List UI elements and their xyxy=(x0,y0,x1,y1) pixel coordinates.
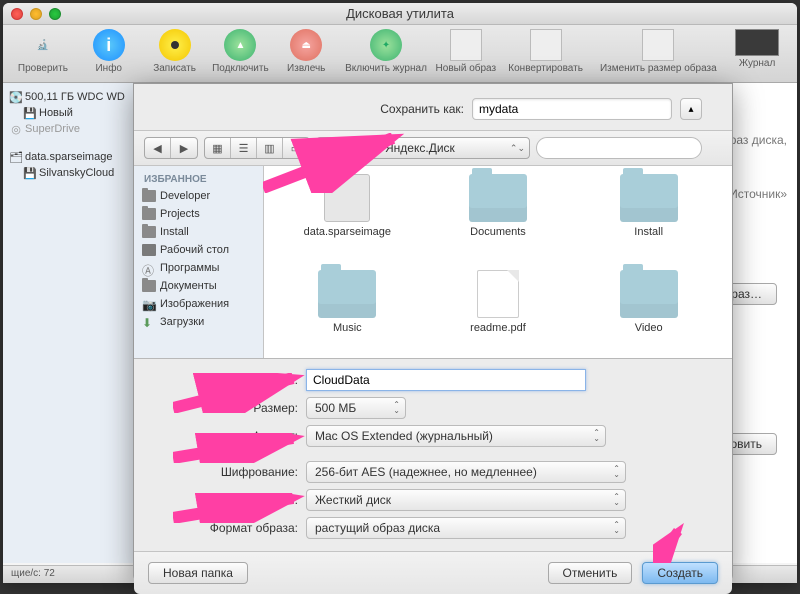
optical-icon: ◎ xyxy=(9,123,23,137)
fav-pictures[interactable]: 📷Изображения xyxy=(138,295,259,313)
toolbar-convert[interactable]: Конвертировать xyxy=(500,29,592,74)
file-item[interactable]: Video xyxy=(577,270,720,358)
file-grid: data.sparseimage Documents Install Music… xyxy=(264,166,732,358)
journal-on-icon: ✦ xyxy=(370,29,402,61)
titlebar: Дисковая утилита xyxy=(3,3,797,25)
fav-downloads[interactable]: ⬇Загрузки xyxy=(138,313,259,331)
toolbar: 🔬Проверить iИнфо Записать ▲Подключить ⏏И… xyxy=(3,25,797,83)
volume-icon: 💾 xyxy=(23,167,37,181)
new-image-icon xyxy=(450,29,482,61)
folder-icon xyxy=(318,270,376,318)
view-mode-segment[interactable]: ▦ ☰ ▥ ▭ xyxy=(204,137,310,159)
desktop-icon xyxy=(142,244,156,256)
toolbar-new-image[interactable]: Новый образ xyxy=(434,29,498,74)
favorites-sidebar: ИЗБРАННОЕ Developer Projects Install Раб… xyxy=(134,166,264,358)
apps-icon: Ⓐ xyxy=(142,262,156,274)
toolbar-enable-journal[interactable]: ✦Включить журнал xyxy=(340,29,432,74)
format-select[interactable]: Mac OS Extended (журнальный) xyxy=(306,425,606,447)
partitions-select[interactable]: Жесткий диск xyxy=(306,489,626,511)
favorites-header: ИЗБРАННОЕ xyxy=(138,172,259,187)
folder-icon xyxy=(142,226,156,238)
cancel-button[interactable]: Отменить xyxy=(548,562,633,584)
image-format-label: Формат образа: xyxy=(156,521,306,535)
save-as-label: Сохранить как: xyxy=(380,102,464,116)
eject-icon: ⏏ xyxy=(290,29,322,61)
save-sheet: Сохранить как: ▴ ◀ ▶ ▦ ☰ ▥ ▭ ⊞▾ Яндекс.Д… xyxy=(133,83,733,581)
documents-icon xyxy=(142,280,156,292)
folder-icon xyxy=(367,143,381,153)
diskimage-icon xyxy=(324,174,370,222)
search-wrap xyxy=(536,137,722,159)
fav-projects[interactable]: Projects xyxy=(138,205,259,223)
arrange-segment[interactable]: ⊞▾ xyxy=(316,137,354,159)
microscope-icon: 🔬 xyxy=(27,29,59,61)
toolbar-mount[interactable]: ▲Подключить xyxy=(208,29,272,74)
fav-desktop[interactable]: Рабочий стол xyxy=(138,241,259,259)
encryption-select[interactable]: 256-бит AES (надежнее, но медленнее) xyxy=(306,461,626,483)
list-view-icon[interactable]: ☰ xyxy=(231,138,257,158)
mount-icon: ▲ xyxy=(224,29,256,61)
size-label: Размер: xyxy=(156,401,306,415)
format-label: Формат: xyxy=(156,429,306,443)
toolbar-verify[interactable]: 🔬Проверить xyxy=(11,29,75,74)
pdf-icon xyxy=(477,270,519,318)
column-view-icon[interactable]: ▥ xyxy=(257,138,283,158)
toolbar-eject[interactable]: ⏏Извлечь xyxy=(274,29,338,74)
new-folder-button[interactable]: Новая папка xyxy=(148,562,248,584)
partitions-label: Разделы: xyxy=(156,493,306,507)
arrange-icon[interactable]: ⊞▾ xyxy=(317,138,353,158)
encryption-label: Шифрование: xyxy=(156,465,306,479)
file-item[interactable]: readme.pdf xyxy=(427,270,570,358)
fav-apps[interactable]: ⒶПрограммы xyxy=(138,259,259,277)
convert-icon xyxy=(530,29,562,61)
disk-utility-window: Дисковая утилита 🔬Проверить iИнфо Записа… xyxy=(3,3,797,583)
coverflow-view-icon[interactable]: ▭ xyxy=(283,138,309,158)
create-button[interactable]: Создать xyxy=(642,562,718,584)
info-icon: i xyxy=(93,29,125,61)
folder-icon xyxy=(620,174,678,222)
window-title: Дисковая утилита xyxy=(3,6,797,21)
toolbar-resize-image[interactable]: Изменить размер образа xyxy=(594,29,724,74)
toolbar-burn[interactable]: Записать xyxy=(143,29,207,74)
diskimage-icon: 🗂 xyxy=(9,151,23,165)
downloads-icon: ⬇ xyxy=(142,316,156,328)
expand-button[interactable]: ▴ xyxy=(680,98,702,120)
size-select[interactable]: 500 МБ xyxy=(306,397,406,419)
back-icon[interactable]: ◀ xyxy=(145,138,171,158)
file-item[interactable]: Music xyxy=(276,270,419,358)
hdd-icon: 💽 xyxy=(9,91,23,105)
fav-developer[interactable]: Developer xyxy=(138,187,259,205)
folder-icon xyxy=(469,174,527,222)
nav-back-forward[interactable]: ◀ ▶ xyxy=(144,137,198,159)
save-as-input[interactable] xyxy=(472,98,672,120)
pictures-icon: 📷 xyxy=(142,298,156,310)
file-item[interactable]: data.sparseimage xyxy=(276,174,419,266)
fav-install[interactable]: Install xyxy=(138,223,259,241)
fav-documents[interactable]: Документы xyxy=(138,277,259,295)
file-item[interactable]: Install xyxy=(577,174,720,266)
log-icon xyxy=(735,29,779,56)
location-dropdown[interactable]: Яндекс.Диск xyxy=(360,137,530,159)
name-label: Имя: xyxy=(156,373,306,387)
name-input[interactable] xyxy=(306,369,586,391)
burn-icon xyxy=(159,29,191,61)
folder-icon xyxy=(620,270,678,318)
image-options-form: Имя: Размер: 500 МБ Формат: Mac OS Exten… xyxy=(134,359,732,551)
image-format-select[interactable]: растущий образ диска xyxy=(306,517,626,539)
file-item[interactable]: Documents xyxy=(427,174,570,266)
resize-icon xyxy=(642,29,674,61)
folder-icon xyxy=(142,190,156,202)
toolbar-info[interactable]: iИнфо xyxy=(77,29,141,74)
toolbar-journal[interactable]: Журнал xyxy=(725,29,789,69)
icon-view-icon[interactable]: ▦ xyxy=(205,138,231,158)
volume-icon: 💾 xyxy=(23,107,37,121)
forward-icon[interactable]: ▶ xyxy=(171,138,197,158)
folder-icon xyxy=(142,208,156,220)
search-input[interactable] xyxy=(536,137,702,159)
